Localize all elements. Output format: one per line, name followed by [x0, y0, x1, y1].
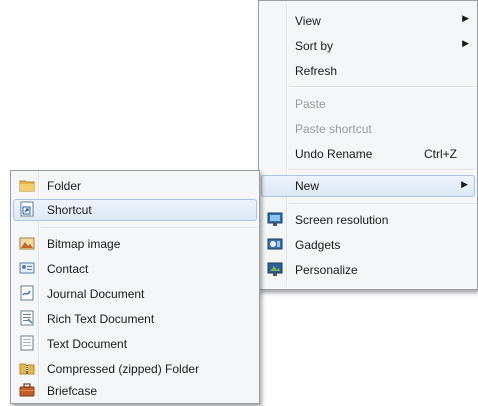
menu-item-label: Journal Document [47, 287, 145, 301]
zipped-folder-icon [19, 360, 35, 376]
submenu-arrow-icon: ▶ [462, 38, 469, 48]
menu-item-label: Rich Text Document [47, 312, 155, 326]
menu-item-sort-by[interactable]: Sort by ▶ [261, 35, 475, 56]
menu-separator [289, 169, 475, 171]
menu-item-label: Screen resolution [295, 213, 389, 227]
menu-item-gadgets[interactable]: Gadgets [261, 234, 475, 255]
shortcut-icon [19, 201, 35, 217]
shortcut-text: Ctrl+Z [424, 147, 457, 161]
menu-separator [289, 203, 475, 205]
menu-item-label: Paste shortcut [295, 122, 372, 136]
menu-item-undo-rename[interactable]: Undo Rename Ctrl+Z [261, 143, 475, 164]
menu-item-label: View [295, 14, 321, 28]
bitmap-image-icon [19, 235, 35, 251]
submenu-item-shortcut[interactable]: Shortcut [13, 199, 257, 221]
menu-item-label: Contact [47, 262, 89, 276]
submenu-item-briefcase[interactable]: Briefcase [13, 380, 257, 401]
menu-item-label: Briefcase [47, 384, 98, 398]
menu-item-screen-resolution[interactable]: Screen resolution [261, 209, 475, 230]
text-document-icon [19, 335, 35, 351]
menu-item-label: Sort by [295, 39, 334, 53]
menu-item-refresh[interactable]: Refresh [261, 60, 475, 81]
menu-item-label: Shortcut [47, 203, 92, 217]
submenu-arrow-icon: ▶ [461, 179, 468, 189]
menu-item-view[interactable]: View ▶ [261, 10, 475, 31]
menu-item-label: Gadgets [295, 238, 341, 252]
rich-text-document-icon [19, 310, 35, 326]
menu-item-label: Personalize [295, 263, 358, 277]
menu-item-label: New [295, 179, 320, 193]
new-submenu: Folder Shortcut Bitmap image Contact Jou… [10, 170, 260, 404]
folder-icon [19, 177, 35, 193]
menu-separator [41, 227, 257, 229]
menu-item-label: Text Document [47, 337, 128, 351]
desktop-context-menu: View ▶ Sort by ▶ Refresh Paste Paste sho… [258, 0, 478, 290]
screen-resolution-icon [267, 211, 283, 227]
menu-separator [289, 86, 475, 88]
journal-document-icon [19, 285, 35, 301]
submenu-item-rich-text-document[interactable]: Rich Text Document [13, 308, 257, 329]
submenu-item-contact[interactable]: Contact [13, 258, 257, 279]
menu-item-paste[interactable]: Paste [261, 93, 475, 114]
menu-item-personalize[interactable]: Personalize [261, 259, 475, 280]
menu-item-label: Folder [47, 179, 82, 193]
menu-item-label: Undo Rename [295, 147, 373, 161]
submenu-arrow-icon: ▶ [462, 13, 469, 23]
gadgets-icon [267, 236, 283, 252]
menu-item-label: Refresh [295, 64, 338, 78]
menu-item-new[interactable]: New ▶ [261, 175, 475, 197]
submenu-item-journal-document[interactable]: Journal Document [13, 283, 257, 304]
menu-item-label: Bitmap image [47, 237, 121, 251]
submenu-item-zipped-folder[interactable]: Compressed (zipped) Folder [13, 358, 257, 379]
submenu-item-bitmap-image[interactable]: Bitmap image [13, 233, 257, 254]
contact-icon [19, 260, 35, 276]
menu-item-label: Compressed (zipped) Folder [47, 362, 200, 376]
personalize-icon [267, 261, 283, 277]
menu-item-paste-shortcut[interactable]: Paste shortcut [261, 118, 475, 139]
submenu-item-text-document[interactable]: Text Document [13, 333, 257, 354]
submenu-item-folder[interactable]: Folder [13, 175, 257, 196]
briefcase-icon [19, 382, 35, 398]
menu-item-label: Paste [295, 97, 326, 111]
